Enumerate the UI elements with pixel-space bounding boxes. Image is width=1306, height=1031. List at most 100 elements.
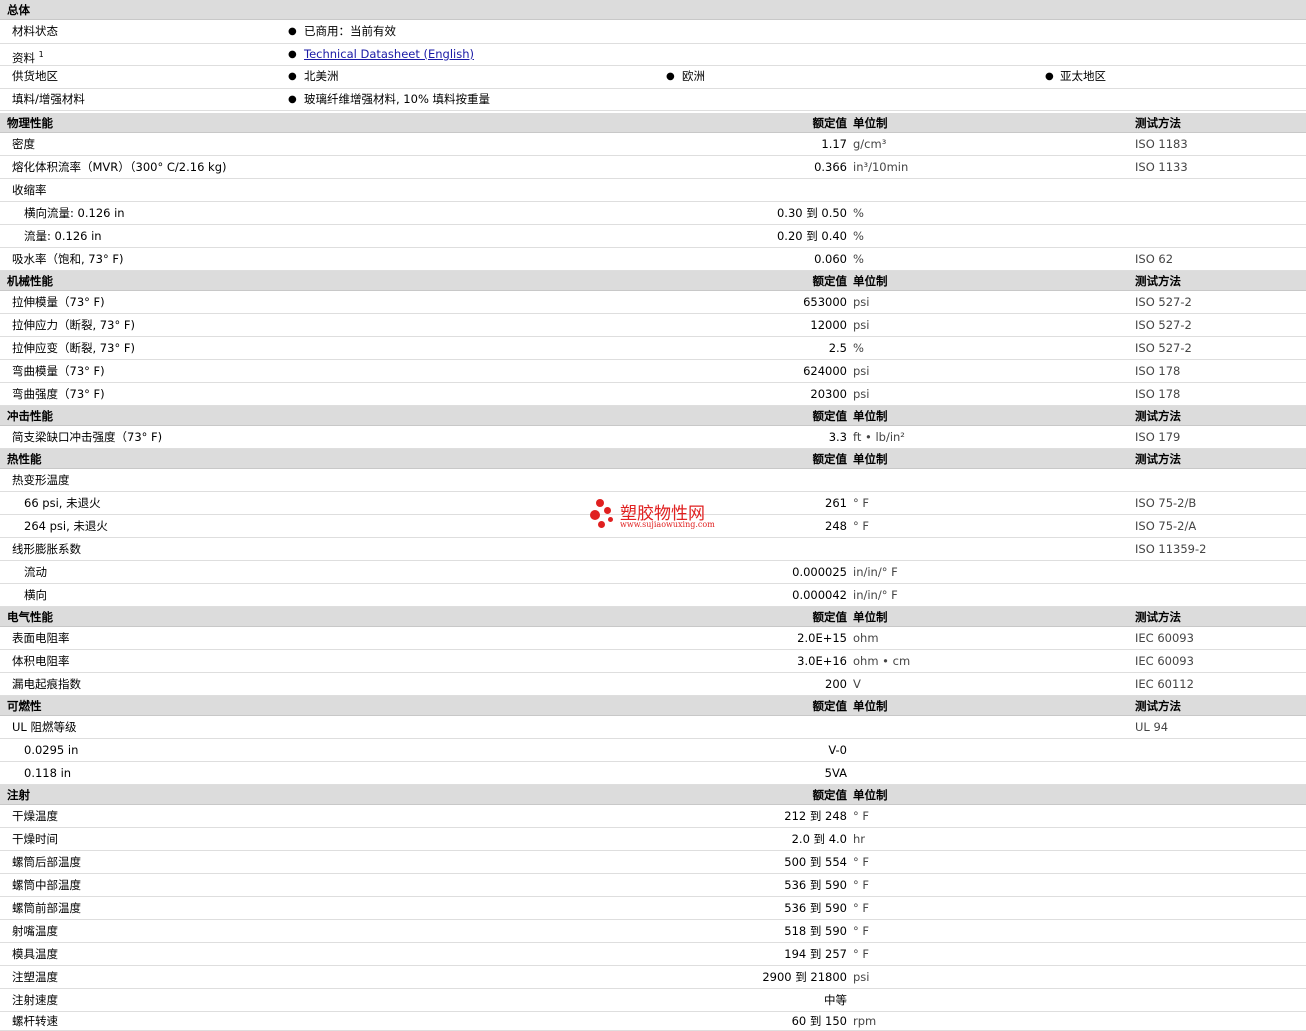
property-row: 螺筒前部温度 536 到 590 ° F [0, 897, 1306, 920]
property-value: 536 到 590 [784, 901, 847, 915]
property-row: 拉伸应变（断裂, 73° F) 2.5% ISO 527-2 [0, 337, 1306, 360]
property-unit: ° F [853, 809, 870, 823]
property-unit: in/in/° F [853, 565, 898, 579]
section-title: 冲击性能 [7, 409, 53, 423]
property-label: 简支梁缺口冲击强度（73° F) [12, 430, 163, 444]
property-row: 注塑温度 2900 到 21800 psi [0, 966, 1306, 989]
test-method: ISO 179 [1135, 430, 1181, 444]
property-label: 拉伸应力（断裂, 73° F) [12, 318, 135, 332]
bullet-icon: ● [288, 71, 297, 82]
property-value: 玻璃纤维增强材料, 10% 填料按重量 [304, 92, 491, 106]
section-title: 总体 [7, 3, 30, 17]
property-unit: g/cm³ [853, 137, 887, 151]
property-value: 3.0E+16 [797, 654, 847, 668]
property-row: 注射速度 中等 [0, 989, 1306, 1012]
section-header-general: 总体 [0, 0, 1306, 20]
property-label: 表面电阻率 [12, 631, 70, 645]
property-unit: ° F [853, 496, 870, 510]
property-unit: psi [853, 970, 870, 984]
test-method: IEC 60093 [1135, 631, 1194, 645]
property-value: 5VA [824, 766, 847, 780]
property-row: 弯曲强度（73° F) 20300 psi ISO 178 [0, 383, 1306, 406]
row-material-status: 材料状态 ● 已商用：当前有效 [0, 21, 1306, 44]
property-row: 0.0295 in V-0 [0, 739, 1306, 762]
property-value: 2.0 到 4.0 [791, 832, 847, 846]
property-label: 体积电阻率 [12, 654, 70, 668]
region-item: 亚太地区 [1060, 69, 1106, 83]
property-unit: % [853, 252, 864, 266]
watermark-logo: 塑胶物性网 www.sujiaowuxing.com [590, 497, 730, 535]
row-filler: 填料/增强材料 ● 玻璃纤维增强材料, 10% 填料按重量 [0, 89, 1306, 111]
bullet-icon: ● [288, 26, 297, 37]
column-header-unit: 单位制 [853, 409, 888, 423]
property-label: 填料/增强材料 [12, 92, 85, 106]
bullet-icon: ● [288, 94, 297, 105]
property-label: 螺筒前部温度 [12, 901, 81, 915]
property-unit: ohm • cm [853, 654, 911, 668]
property-row: 横向 0.000042 in/in/° F [0, 584, 1306, 607]
region-item: 欧洲 [682, 69, 705, 83]
section-header: 注射 额定值 单位制 [0, 785, 1306, 805]
property-unit: ° F [853, 924, 870, 938]
column-header-nominal: 额定值 [812, 788, 848, 802]
region-item: 北美洲 [304, 69, 339, 83]
column-header-nominal: 额定值 [812, 452, 848, 466]
property-label: 横向流量: 0.126 in [24, 206, 125, 220]
test-method: ISO 527-2 [1135, 341, 1192, 355]
property-value: 0.000025 [792, 565, 847, 579]
property-unit: ° F [853, 901, 870, 915]
property-row: 干燥时间 2.0 到 4.0 hr [0, 828, 1306, 851]
column-header-test: 测试方法 [1135, 452, 1181, 466]
property-unit: % [853, 206, 864, 220]
property-value: 中等 [824, 993, 847, 1007]
bullet-icon: ● [288, 49, 297, 60]
property-value: 0.30 到 0.50 [776, 206, 847, 220]
property-row: 螺杆转速 60 到 150 rpm [0, 1012, 1306, 1031]
test-method: ISO 1133 [1135, 160, 1188, 174]
property-row: 螺筒中部温度 536 到 590 ° F [0, 874, 1306, 897]
technical-datasheet-link[interactable]: Technical Datasheet (English) [304, 44, 474, 65]
property-label: 弯曲强度（73° F) [12, 387, 105, 401]
test-method: ISO 527-2 [1135, 295, 1192, 309]
property-row: 收缩率 [0, 179, 1306, 202]
property-label: 干燥温度 [12, 809, 58, 823]
property-value: 500 到 554 [784, 855, 847, 869]
column-header-test: 测试方法 [1135, 274, 1181, 288]
property-unit: ft • lb/in² [853, 430, 905, 444]
property-row: 线形膨胀系数 ISO 11359-2 [0, 538, 1306, 561]
property-label: 横向 [24, 588, 47, 602]
property-label: 螺筒后部温度 [12, 855, 81, 869]
property-label: 拉伸应变（断裂, 73° F) [12, 341, 135, 355]
section-header: 机械性能 额定值 单位制 测试方法 [0, 271, 1306, 291]
test-method: IEC 60112 [1135, 677, 1194, 691]
property-row: 熔化体积流率（MVR）（300° C/2.16 kg) 0.366 in³/10mi… [0, 156, 1306, 179]
property-value: 194 到 257 [784, 947, 847, 961]
section-header: 可燃性 额定值 单位制 测试方法 [0, 696, 1306, 716]
property-row: 螺筒后部温度 500 到 554 ° F [0, 851, 1306, 874]
property-value: 已商用：当前有效 [304, 24, 396, 38]
property-unit: ° F [853, 947, 870, 961]
section-title: 电气性能 [7, 610, 53, 624]
property-value: 0.366 [814, 160, 847, 174]
column-header-unit: 单位制 [853, 116, 888, 130]
property-label: 66 psi, 未退火 [24, 496, 101, 510]
property-row: 0.118 in 5VA [0, 762, 1306, 785]
section-title: 可燃性 [7, 699, 42, 713]
property-value: 624000 [803, 364, 847, 378]
property-label: 流量: 0.126 in [24, 229, 102, 243]
property-label: 供货地区 [12, 69, 58, 83]
property-value: 518 到 590 [784, 924, 847, 938]
property-unit: ° F [853, 519, 870, 533]
column-header-test: 测试方法 [1135, 610, 1181, 624]
property-label: 螺筒中部温度 [12, 878, 81, 892]
property-row: 密度 1.17 g/cm³ ISO 1183 [0, 133, 1306, 156]
test-method: ISO 527-2 [1135, 318, 1192, 332]
test-method: ISO 75-2/A [1135, 519, 1197, 533]
property-row: 弯曲模量（73° F) 624000 psi ISO 178 [0, 360, 1306, 383]
property-label: 流动 [24, 565, 47, 579]
property-value: 2.0E+15 [797, 631, 847, 645]
column-header-nominal: 额定值 [812, 699, 848, 713]
property-value: 3.3 [828, 430, 847, 444]
property-unit: psi [853, 295, 870, 309]
bullet-icon: ● [666, 71, 675, 82]
